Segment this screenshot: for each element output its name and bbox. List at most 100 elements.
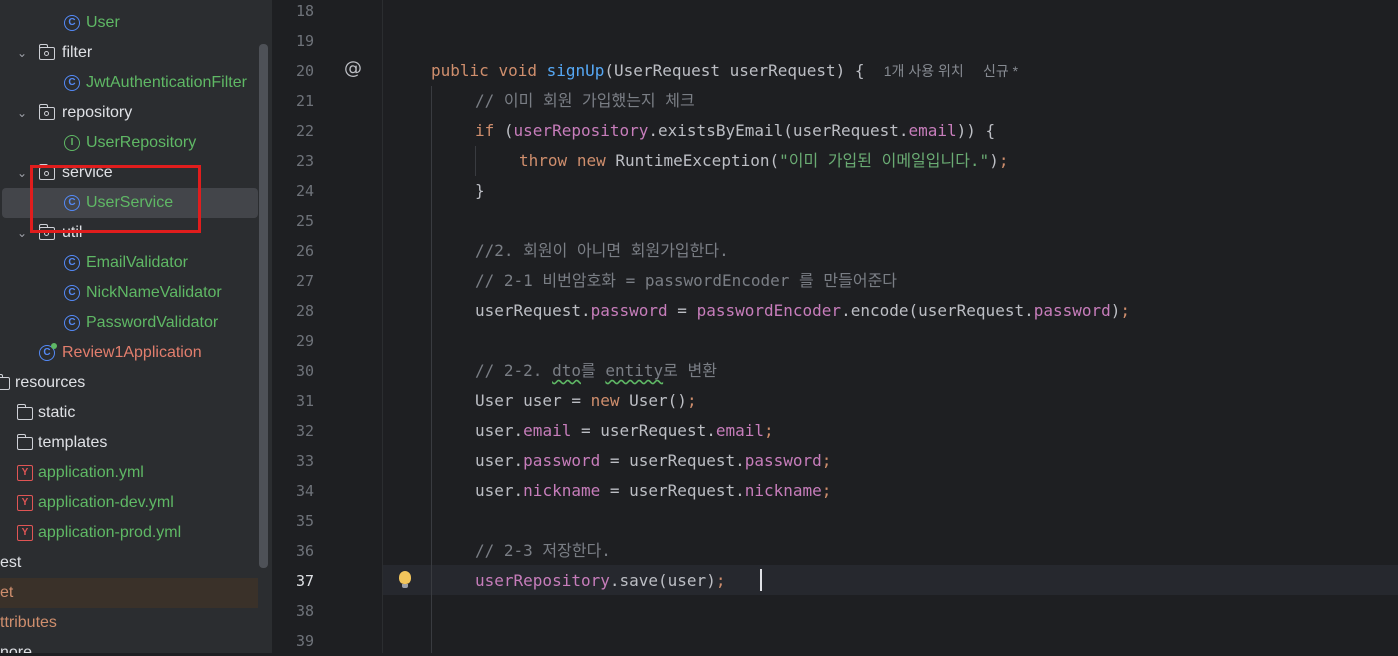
spring-app-icon: C <box>39 343 57 361</box>
line-number: 32 <box>295 422 314 440</box>
line-number: 21 <box>295 92 314 110</box>
tree-item-label: est <box>0 554 22 571</box>
line-number: 18 <box>295 2 314 20</box>
tree-item-label: application.yml <box>38 464 144 481</box>
code-line-24[interactable]: } <box>475 176 485 206</box>
tree-item-label: application-dev.yml <box>38 494 174 511</box>
line-number: 25 <box>295 212 314 230</box>
tree-item-label: application-prod.yml <box>38 524 182 541</box>
chevron-down-icon[interactable]: ⌄ <box>15 158 29 188</box>
tree-item-label: repository <box>62 104 133 121</box>
code-line-22[interactable]: if (userRepository.existsByEmail(userReq… <box>475 116 995 146</box>
tree-item-password-validator[interactable]: C PasswordValidator <box>0 308 258 338</box>
code-line-33[interactable]: user.password = userRequest.password; <box>475 446 831 476</box>
tree-item-application-prod-yml[interactable]: Y application-prod.yml <box>0 518 258 548</box>
folder-icon <box>0 374 10 390</box>
tree-item-application-dev-yml[interactable]: Y application-dev.yml <box>0 488 258 518</box>
vcs-new-inlay-hint[interactable]: 신규 * <box>983 63 1018 79</box>
tree-item-templates[interactable]: templates <box>0 428 258 458</box>
tree-item-static[interactable]: static <box>0 398 258 428</box>
editor-gutter[interactable]: 18 19 20 21 22 23 24 25 26 27 28 29 30 3… <box>272 0 383 653</box>
tree-item-test[interactable]: est <box>0 548 258 578</box>
code-line-30[interactable]: // 2-2. dto를 entity로 변환 <box>475 356 717 386</box>
line-number-current: 37 <box>295 572 314 590</box>
code-line-27[interactable]: // 2-1 비번암호화 = passwordEncoder 를 만들어준다 <box>475 266 897 296</box>
line-number: 26 <box>295 242 314 260</box>
tree-item-label: NickNameValidator <box>86 284 222 301</box>
code-line-31[interactable]: User user = new User(); <box>475 386 697 416</box>
tree-item-label: resources <box>15 374 86 391</box>
indent-guide <box>431 86 432 653</box>
class-icon: C <box>64 285 80 301</box>
line-number: 27 <box>295 272 314 290</box>
tree-item-user-repository[interactable]: I UserRepository <box>0 128 258 158</box>
tree-item-label: static <box>38 404 76 421</box>
tree-item-review1-application[interactable]: C Review1Application <box>0 338 258 368</box>
chevron-down-icon[interactable]: ⌄ <box>15 38 29 68</box>
tree-item-label: nore <box>0 644 33 653</box>
class-icon: C <box>64 75 80 91</box>
text-caret <box>760 569 762 591</box>
tree-item-label: PasswordValidator <box>86 314 219 331</box>
line-number: 20 <box>295 62 314 80</box>
usages-inlay-hint[interactable]: 1개 사용 위치 <box>884 63 964 79</box>
class-icon: C <box>64 255 80 271</box>
tree-item-application-yml[interactable]: Y application.yml <box>0 458 258 488</box>
tree-item-label: ttributes <box>0 614 57 631</box>
tree-item-repository[interactable]: ⌄ repository <box>0 98 258 128</box>
code-editor[interactable]: public void signUp(UserRequest userReque… <box>383 0 1398 653</box>
code-line-36[interactable]: // 2-3 저장한다. <box>475 536 611 566</box>
class-icon: C <box>64 15 80 31</box>
tree-item-label: et <box>0 584 14 601</box>
tree-item-jwt-filter[interactable]: C JwtAuthenticationFilter <box>0 68 258 98</box>
line-number: 35 <box>295 512 314 530</box>
tree-item-ignore-partial[interactable]: nore <box>0 638 258 653</box>
tree-item-gitattributes-partial[interactable]: ttributes <box>0 608 258 638</box>
indent-guide <box>475 146 476 176</box>
tree-item-filter[interactable]: ⌄ filter <box>0 38 258 68</box>
line-number: 28 <box>295 302 314 320</box>
code-line-21[interactable]: // 이미 회원 가입했는지 체크 <box>475 86 695 116</box>
chevron-down-icon[interactable]: ⌄ <box>15 218 29 248</box>
yaml-icon: Y <box>17 495 33 511</box>
tree-item-label: UserRepository <box>86 134 197 151</box>
line-number: 29 <box>295 332 314 350</box>
tree-item-label: templates <box>38 434 108 451</box>
package-folder-icon <box>38 44 55 60</box>
project-tree-panel: C User ⌄ filter C JwtAuthenticationFilte… <box>0 0 272 653</box>
line-number: 34 <box>295 482 314 500</box>
line-number: 39 <box>295 632 314 650</box>
tree-item-label: filter <box>62 44 93 61</box>
line-number: 23 <box>295 152 314 170</box>
code-line-32[interactable]: user.email = userRequest.email; <box>475 416 774 446</box>
sidebar-scrollbar[interactable] <box>259 44 268 568</box>
class-icon: C <box>64 315 80 331</box>
folder-icon <box>16 434 33 450</box>
line-number: 33 <box>295 452 314 470</box>
code-line-23[interactable]: throw new RuntimeException("이미 가입된 이메일입니… <box>519 146 1008 176</box>
tree-item-resources[interactable]: resources <box>0 368 258 398</box>
tree-item-label: User <box>86 14 120 31</box>
line-number: 38 <box>295 602 314 620</box>
tree-item-gitignore-partial[interactable]: et <box>0 578 258 608</box>
tree-item-label: Review1Application <box>62 344 202 361</box>
interface-icon: I <box>64 135 80 151</box>
yaml-icon: Y <box>17 525 33 541</box>
line-number: 22 <box>295 122 314 140</box>
code-line-26[interactable]: //2. 회원이 아니면 회원가입한다. <box>475 236 729 266</box>
tree-item-nickname-validator[interactable]: C NickNameValidator <box>0 278 258 308</box>
tree-item-label: EmailValidator <box>86 254 188 271</box>
code-line-34[interactable]: user.nickname = userRequest.nickname; <box>475 476 831 506</box>
annotation-highlight-box <box>30 165 201 233</box>
code-line-28[interactable]: userRequest.password = passwordEncoder.e… <box>475 296 1130 326</box>
override-annotation-icon[interactable]: @ <box>344 58 362 79</box>
line-number: 19 <box>295 32 314 50</box>
line-number: 36 <box>295 542 314 560</box>
code-line-20[interactable]: public void signUp(UserRequest userReque… <box>431 56 1018 86</box>
code-line-37[interactable]: userRepository.save(user); <box>475 566 725 596</box>
yaml-icon: Y <box>17 465 33 481</box>
tree-item-user[interactable]: C User <box>0 8 258 38</box>
tree-item-label: JwtAuthenticationFilter <box>86 74 247 91</box>
chevron-down-icon[interactable]: ⌄ <box>15 98 29 128</box>
tree-item-email-validator[interactable]: C EmailValidator <box>0 248 258 278</box>
